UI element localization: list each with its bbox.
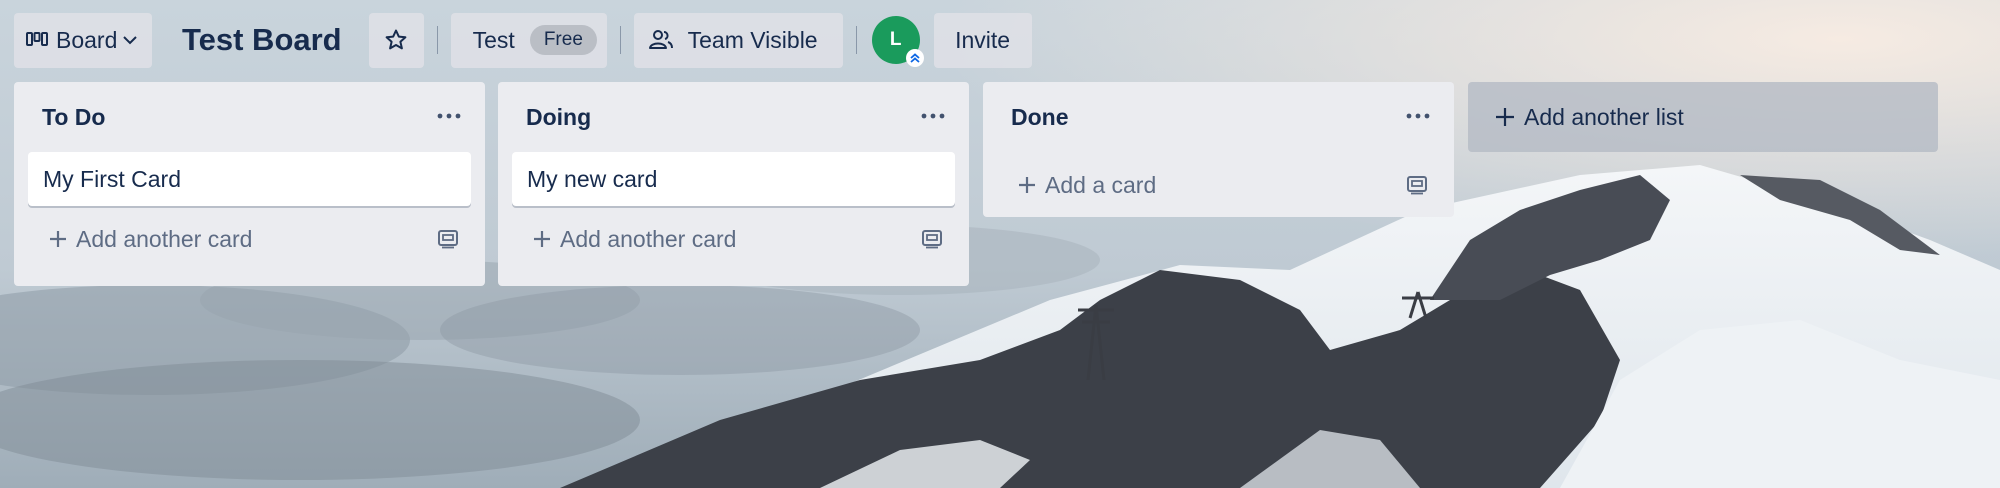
plus-icon [532, 229, 552, 249]
card-template-icon[interactable] [435, 226, 461, 252]
add-card-button[interactable]: Add a card [1017, 172, 1156, 199]
more-horizontal-icon[interactable] [919, 102, 947, 130]
team-icon [648, 29, 674, 51]
board-title[interactable]: Test Board [182, 22, 342, 58]
card-composer: Add a card [983, 152, 1454, 218]
card-template-icon[interactable] [1404, 172, 1430, 198]
star-icon [384, 28, 408, 52]
add-card-button[interactable]: Add another card [532, 226, 736, 253]
list-done: Done Add a card [983, 82, 1454, 217]
plus-icon [48, 229, 68, 249]
add-list-button[interactable]: Add another list [1468, 82, 1938, 152]
view-switcher-button[interactable]: Board [14, 12, 152, 68]
list-header: Done [983, 82, 1454, 152]
board-icon [26, 32, 48, 48]
workspace-button[interactable]: Test Free [450, 12, 607, 68]
more-horizontal-icon[interactable] [435, 102, 463, 130]
add-card-button[interactable]: Add another card [48, 226, 252, 253]
plan-badge: Free [529, 25, 597, 55]
card-composer: Add another card [14, 206, 485, 272]
view-switcher-label: Board [56, 26, 118, 53]
add-list-label: Add another list [1524, 103, 1684, 130]
card[interactable]: My new card [512, 152, 955, 206]
member-avatar[interactable]: L [871, 16, 924, 67]
star-board-button[interactable] [368, 12, 424, 68]
chevron-down-icon [123, 35, 138, 45]
header-divider [436, 26, 438, 54]
card-template-icon[interactable] [919, 226, 945, 252]
list-header: Doing [498, 82, 969, 152]
list-title[interactable]: To Do [42, 104, 105, 131]
list-header: To Do [14, 82, 485, 152]
workspace-label: Test [472, 26, 515, 53]
invite-button[interactable]: Invite [933, 12, 1032, 68]
more-horizontal-icon[interactable] [1404, 102, 1432, 130]
add-card-label: Add another card [76, 225, 253, 252]
visibility-label: Team Visible [687, 26, 818, 53]
card-composer: Add another card [498, 206, 969, 272]
header-divider [855, 26, 857, 54]
header-divider [619, 26, 621, 54]
list-title[interactable]: Doing [526, 104, 591, 131]
board-header: Board Test Board Test Free Team Visible … [14, 12, 1032, 68]
list-doing: Doing My new card Add another card [498, 82, 969, 286]
list-to-do: To Do My First Card Add another card [14, 82, 485, 286]
card[interactable]: My First Card [28, 152, 471, 206]
plus-icon [1494, 106, 1516, 128]
list-title[interactable]: Done [1011, 104, 1069, 131]
plus-icon [1017, 175, 1037, 195]
admin-chevrons-icon [905, 49, 924, 67]
visibility-button[interactable]: Team Visible [633, 12, 843, 68]
add-card-label: Add another card [560, 225, 737, 252]
add-card-label: Add a card [1045, 171, 1157, 198]
